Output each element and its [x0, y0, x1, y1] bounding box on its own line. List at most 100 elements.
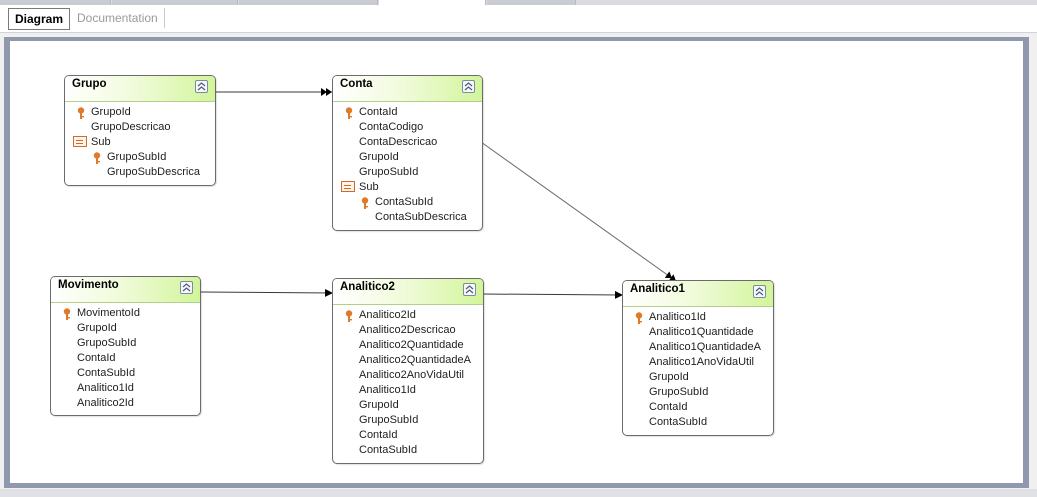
- entity-header[interactable]: Analitico1: [623, 281, 773, 307]
- key-icon: [63, 308, 71, 320]
- attribute-row[interactable]: GrupoId: [333, 398, 483, 413]
- key-icon: [361, 197, 369, 209]
- subtype-icon: [341, 181, 355, 192]
- attribute-row[interactable]: Analitico1AnoVidaUtil: [623, 355, 773, 370]
- collapse-up-icon[interactable]: [462, 80, 475, 93]
- attribute-label: ContaId: [649, 401, 688, 413]
- key-icon: [635, 312, 643, 324]
- attribute-row[interactable]: Analitico2Id: [333, 308, 483, 323]
- attribute-row[interactable]: GrupoId: [51, 321, 200, 336]
- attribute-row[interactable]: Analitico2Id: [51, 396, 200, 411]
- subtype-icon: [73, 136, 87, 147]
- bottom-scrollbar[interactable]: [0, 489, 1037, 497]
- key-icon: [345, 107, 353, 119]
- attribute-row[interactable]: GrupoSubDescrica: [65, 165, 215, 180]
- attribute-row[interactable]: Analitico1Id: [623, 310, 773, 325]
- attribute-row[interactable]: Analitico2Quantidade: [333, 338, 483, 353]
- attribute-row[interactable]: ContaId: [51, 351, 200, 366]
- attribute-row[interactable]: ContaSubId: [333, 195, 482, 210]
- entity-movimento[interactable]: Movimento MovimentoId GrupoId GrupoSubId Con…: [50, 276, 201, 416]
- attribute-row[interactable]: Analitico2Descricao: [333, 323, 483, 338]
- entity-header[interactable]: Conta: [333, 76, 482, 102]
- attribute-label: GrupoDescricao: [91, 121, 171, 133]
- attribute-label: Analitico2Id: [359, 309, 416, 321]
- attribute-label: GrupoId: [91, 106, 131, 118]
- attribute-row[interactable]: ContaId: [333, 105, 482, 120]
- attribute-row[interactable]: Sub: [333, 180, 482, 195]
- attribute-row[interactable]: Analitico2QuantidadeA: [333, 353, 483, 368]
- entity-conta[interactable]: Conta ContaId ContaCodigo ContaDescricao Gru…: [332, 75, 483, 231]
- attribute-row[interactable]: ContaSubId: [51, 366, 200, 381]
- entity-analitico1[interactable]: Analitico1 Analitico1Id Analitico1Quantida…: [622, 280, 774, 436]
- attribute-row[interactable]: GrupoId: [623, 370, 773, 385]
- attribute-row[interactable]: ContaDescricao: [333, 135, 482, 150]
- attribute-row[interactable]: ContaId: [623, 400, 773, 415]
- attribute-row[interactable]: GrupoId: [65, 105, 215, 120]
- attribute-row[interactable]: GrupoSubId: [333, 165, 482, 180]
- attribute-label: Analitico2Descricao: [359, 324, 456, 336]
- tab-documentation[interactable]: Documentation: [71, 8, 165, 28]
- attribute-row[interactable]: GrupoId: [333, 150, 482, 165]
- entity-header[interactable]: Movimento: [51, 277, 200, 303]
- attribute-label: GrupoSubId: [649, 386, 709, 398]
- attribute-label: GrupoId: [359, 151, 399, 163]
- attribute-row[interactable]: Analitico2AnoVidaUtil: [333, 368, 483, 383]
- collapse-up-icon[interactable]: [195, 80, 208, 93]
- attribute-row[interactable]: GrupoSubId: [333, 413, 483, 428]
- key-icon: [93, 152, 101, 164]
- attribute-label: GrupoId: [359, 399, 399, 411]
- view-tab-bar: Diagram Documentation: [0, 5, 1037, 33]
- attribute-label: Analitico2AnoVidaUtil: [359, 369, 464, 381]
- key-icon: [345, 310, 353, 322]
- attribute-row[interactable]: Analitico1QuantidadeA: [623, 340, 773, 355]
- attribute-label: GrupoSubId: [77, 337, 137, 349]
- attribute-label: MovimentoId: [77, 307, 140, 319]
- collapse-up-icon[interactable]: [463, 283, 476, 296]
- attribute-label: ContaCodigo: [359, 121, 424, 133]
- attribute-label: ContaSubId: [77, 367, 136, 379]
- attribute-row[interactable]: GrupoSubId: [51, 336, 200, 351]
- attribute-label: Analitico1Quantidade: [649, 326, 754, 338]
- attribute-row[interactable]: ContaSubDescrica: [333, 210, 482, 225]
- attribute-row[interactable]: ContaId: [333, 428, 483, 443]
- attribute-label: ContaDescricao: [359, 136, 438, 148]
- tab-diagram[interactable]: Diagram: [8, 8, 71, 30]
- attribute-row[interactable]: ContaSubId: [623, 415, 773, 430]
- attribute-label: ContaSubId: [649, 416, 708, 428]
- entity-header[interactable]: Analitico2: [333, 279, 483, 305]
- attribute-row[interactable]: Sub: [65, 135, 215, 150]
- attribute-row[interactable]: Analitico1Id: [333, 383, 483, 398]
- entity-title: Conta: [340, 78, 373, 90]
- attribute-row[interactable]: GrupoSubId: [65, 150, 215, 165]
- attribute-label: ContaSubId: [359, 444, 418, 456]
- entity-analitico2[interactable]: Analitico2 Analitico2Id Analitico2Descrica…: [332, 278, 484, 464]
- attribute-row[interactable]: ContaCodigo: [333, 120, 482, 135]
- entity-title: Analitico2: [340, 281, 395, 293]
- attribute-label: GrupoSubDescrica: [107, 166, 200, 178]
- attribute-list: ContaId ContaCodigo ContaDescricao GrupoId G…: [333, 102, 482, 225]
- attribute-label: Analitico1AnoVidaUtil: [649, 356, 754, 368]
- attribute-label: ContaId: [359, 429, 398, 441]
- key-icon: [77, 107, 85, 119]
- entity-grupo[interactable]: Grupo GrupoId GrupoDescricao Sub GrupoSubId G…: [64, 75, 216, 186]
- attribute-list: GrupoId GrupoDescricao Sub GrupoSubId GrupoS…: [65, 102, 215, 180]
- attribute-row[interactable]: Analitico1Id: [51, 381, 200, 396]
- attribute-row[interactable]: ContaSubId: [333, 443, 483, 458]
- attribute-label: Analitico1Id: [77, 382, 134, 394]
- attribute-label: Sub: [359, 181, 379, 193]
- attribute-label: Analitico1Id: [359, 384, 416, 396]
- attribute-label: ContaId: [359, 106, 398, 118]
- attribute-label: Analitico1Id: [649, 311, 706, 323]
- attribute-label: ContaSubId: [375, 196, 434, 208]
- entity-header[interactable]: Grupo: [65, 76, 215, 102]
- collapse-up-icon[interactable]: [180, 281, 193, 294]
- attribute-row[interactable]: GrupoSubId: [623, 385, 773, 400]
- attribute-row[interactable]: GrupoDescricao: [65, 120, 215, 135]
- attribute-label: GrupoSubId: [107, 151, 167, 163]
- attribute-row[interactable]: MovimentoId: [51, 306, 200, 321]
- entity-title: Analitico1: [630, 283, 685, 295]
- attribute-label: Analitico1QuantidadeA: [649, 341, 761, 353]
- collapse-up-icon[interactable]: [753, 285, 766, 298]
- attribute-row[interactable]: Analitico1Quantidade: [623, 325, 773, 340]
- attribute-label: ContaId: [77, 352, 116, 364]
